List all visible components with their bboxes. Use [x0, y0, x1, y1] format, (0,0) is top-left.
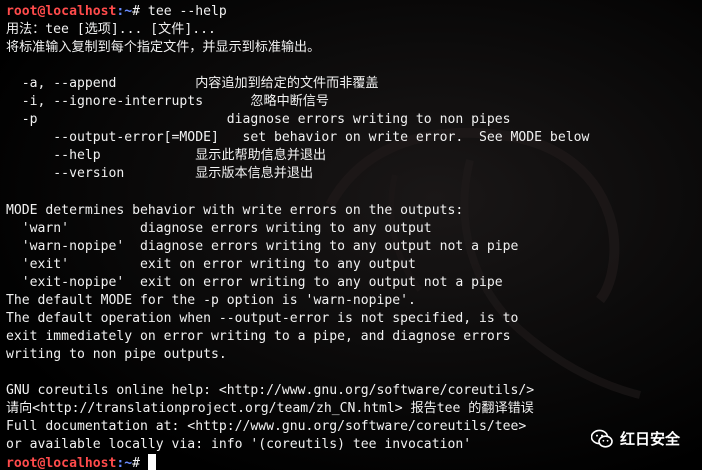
output-line: 请向<http://translationproject.org/team/zh… — [6, 401, 534, 417]
output-line: -p diagnose errors writing to non pipes — [6, 112, 511, 128]
output-line: The default MODE for the -p option is 'w… — [6, 292, 416, 308]
output-line: MODE determines behavior with write erro… — [6, 202, 464, 218]
prompt-line[interactable]: root@localhost:~# — [6, 454, 702, 470]
prompt-path: :~ — [116, 4, 133, 19]
output-line: -a, --append 内容追加到给定的文件而非覆盖 — [6, 76, 379, 92]
prompt-user-host: root@localhost — [6, 456, 117, 470]
output-line: 将标准输入复制到每个指定文件，并显示到标准输出。 — [6, 40, 321, 56]
command-line: root@localhost:~# tee --help — [6, 3, 702, 21]
output-line: The default operation when --output-erro… — [6, 310, 519, 326]
output-line: --output-error[=MODE] set behavior on wr… — [6, 130, 590, 146]
output-line: -i, --ignore-interrupts 忽略中断信号 — [6, 94, 329, 110]
text-cursor — [147, 454, 156, 470]
terminal-output: root@localhost:~# tee --help 用法：tee [选项]… — [6, 3, 702, 470]
output-line: GNU coreutils online help: <http://www.g… — [6, 382, 535, 398]
output-line: exit immediately on error writing to a p… — [6, 328, 511, 344]
output-line: 用法：tee [选项]... [文件]... — [6, 22, 216, 38]
wechat-icon — [590, 429, 613, 448]
output-line: --help 显示此帮助信息并退出 — [6, 148, 327, 164]
prompt-symbol: # — [132, 456, 141, 470]
terminal-window[interactable]: root@localhost:~# tee --help 用法：tee [选项]… — [0, 0, 702, 470]
watermark: 红日安全 — [590, 428, 680, 449]
output-line: 'exit' exit on error writing to any outp… — [6, 256, 416, 272]
output-line: 'exit-nopipe' exit on error writing to a… — [6, 274, 503, 290]
output-line: writing to non pipe outputs. — [6, 346, 227, 362]
command-text: tee --help — [140, 4, 227, 19]
prompt-path: :~ — [116, 456, 133, 470]
output-line: --version 显示版本信息并退出 — [6, 166, 314, 182]
watermark-text: 红日安全 — [619, 430, 680, 448]
prompt-symbol: # — [132, 4, 141, 19]
output-line: 'warn' diagnose errors writing to any ou… — [6, 220, 432, 236]
output-line: 'warn-nopipe' diagnose errors writing to… — [6, 238, 519, 254]
prompt-user-host: root@localhost — [6, 4, 117, 19]
